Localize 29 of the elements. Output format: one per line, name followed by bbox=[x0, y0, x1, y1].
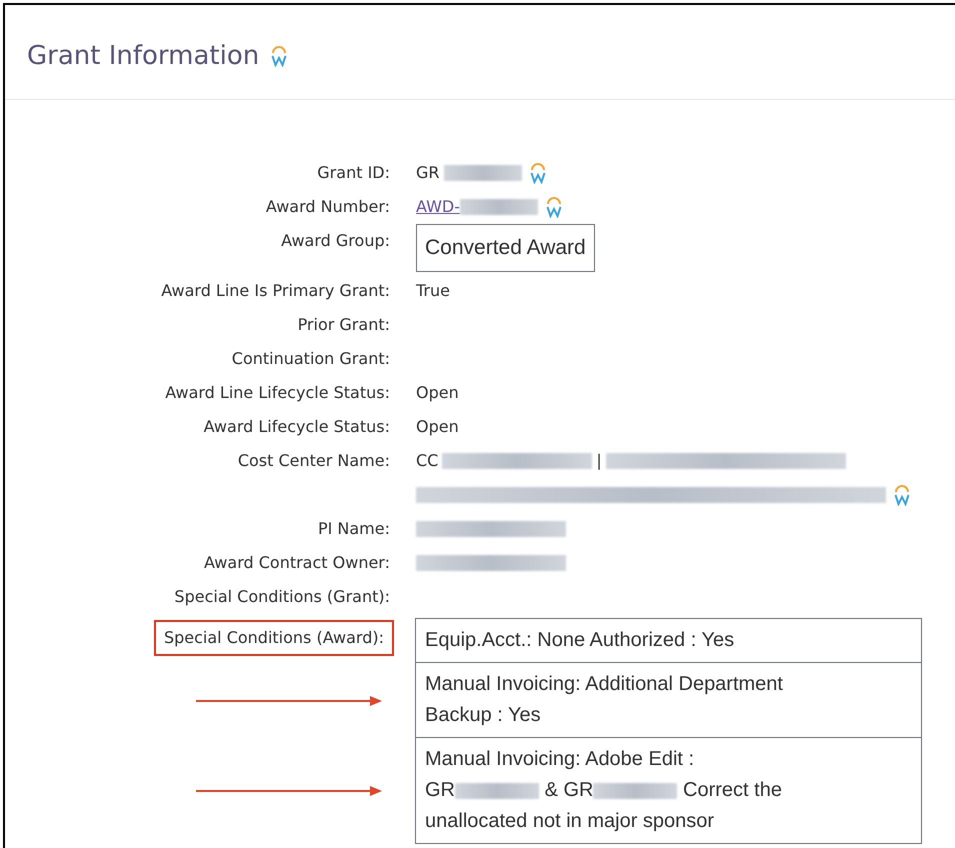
field-label: Special Conditions (Grant): bbox=[174, 587, 390, 606]
field-value: CC bbox=[416, 450, 438, 472]
field-value: GR bbox=[416, 162, 440, 184]
workday-icon[interactable] bbox=[546, 196, 562, 218]
condition-cell: Equip.Acct.: None Authorized : Yes bbox=[415, 618, 922, 663]
field-label: Grant ID: bbox=[317, 163, 390, 182]
field-label: Award Lifecycle Status: bbox=[204, 417, 390, 436]
field-label: Special Conditions (Award): bbox=[154, 620, 394, 656]
field-value: | bbox=[596, 450, 602, 472]
field-label: Award Line Lifecycle Status: bbox=[165, 383, 390, 402]
award-group-value: Converted Award bbox=[416, 224, 595, 272]
workday-icon[interactable] bbox=[530, 162, 546, 184]
condition-cell: Manual Invoicing: Adobe Edit : GR & GR Correct the unallocated not in major sponsor bbox=[415, 738, 922, 844]
award-link[interactable]: AWD- bbox=[416, 195, 460, 219]
field-label: Award Contract Owner: bbox=[204, 553, 390, 572]
workday-icon[interactable] bbox=[271, 45, 288, 67]
section-title: Grant Information bbox=[27, 40, 260, 72]
field-label: Award Line Is Primary Grant: bbox=[161, 281, 390, 300]
condition-cell: Manual Invoicing: Additional Department Backup : Yes bbox=[415, 663, 922, 738]
field-value: Open bbox=[416, 416, 459, 438]
workday-icon[interactable] bbox=[894, 484, 910, 506]
field-label: Continuation Grant: bbox=[232, 349, 390, 368]
field-label: PI Name: bbox=[318, 519, 390, 538]
field-label: Award Number: bbox=[266, 197, 390, 216]
field-label: Cost Center Name: bbox=[238, 451, 390, 470]
field-label: Award Group: bbox=[281, 231, 390, 250]
field-value: True bbox=[416, 280, 450, 302]
field-label: Prior Grant: bbox=[298, 315, 390, 334]
field-value: Open bbox=[416, 382, 459, 404]
